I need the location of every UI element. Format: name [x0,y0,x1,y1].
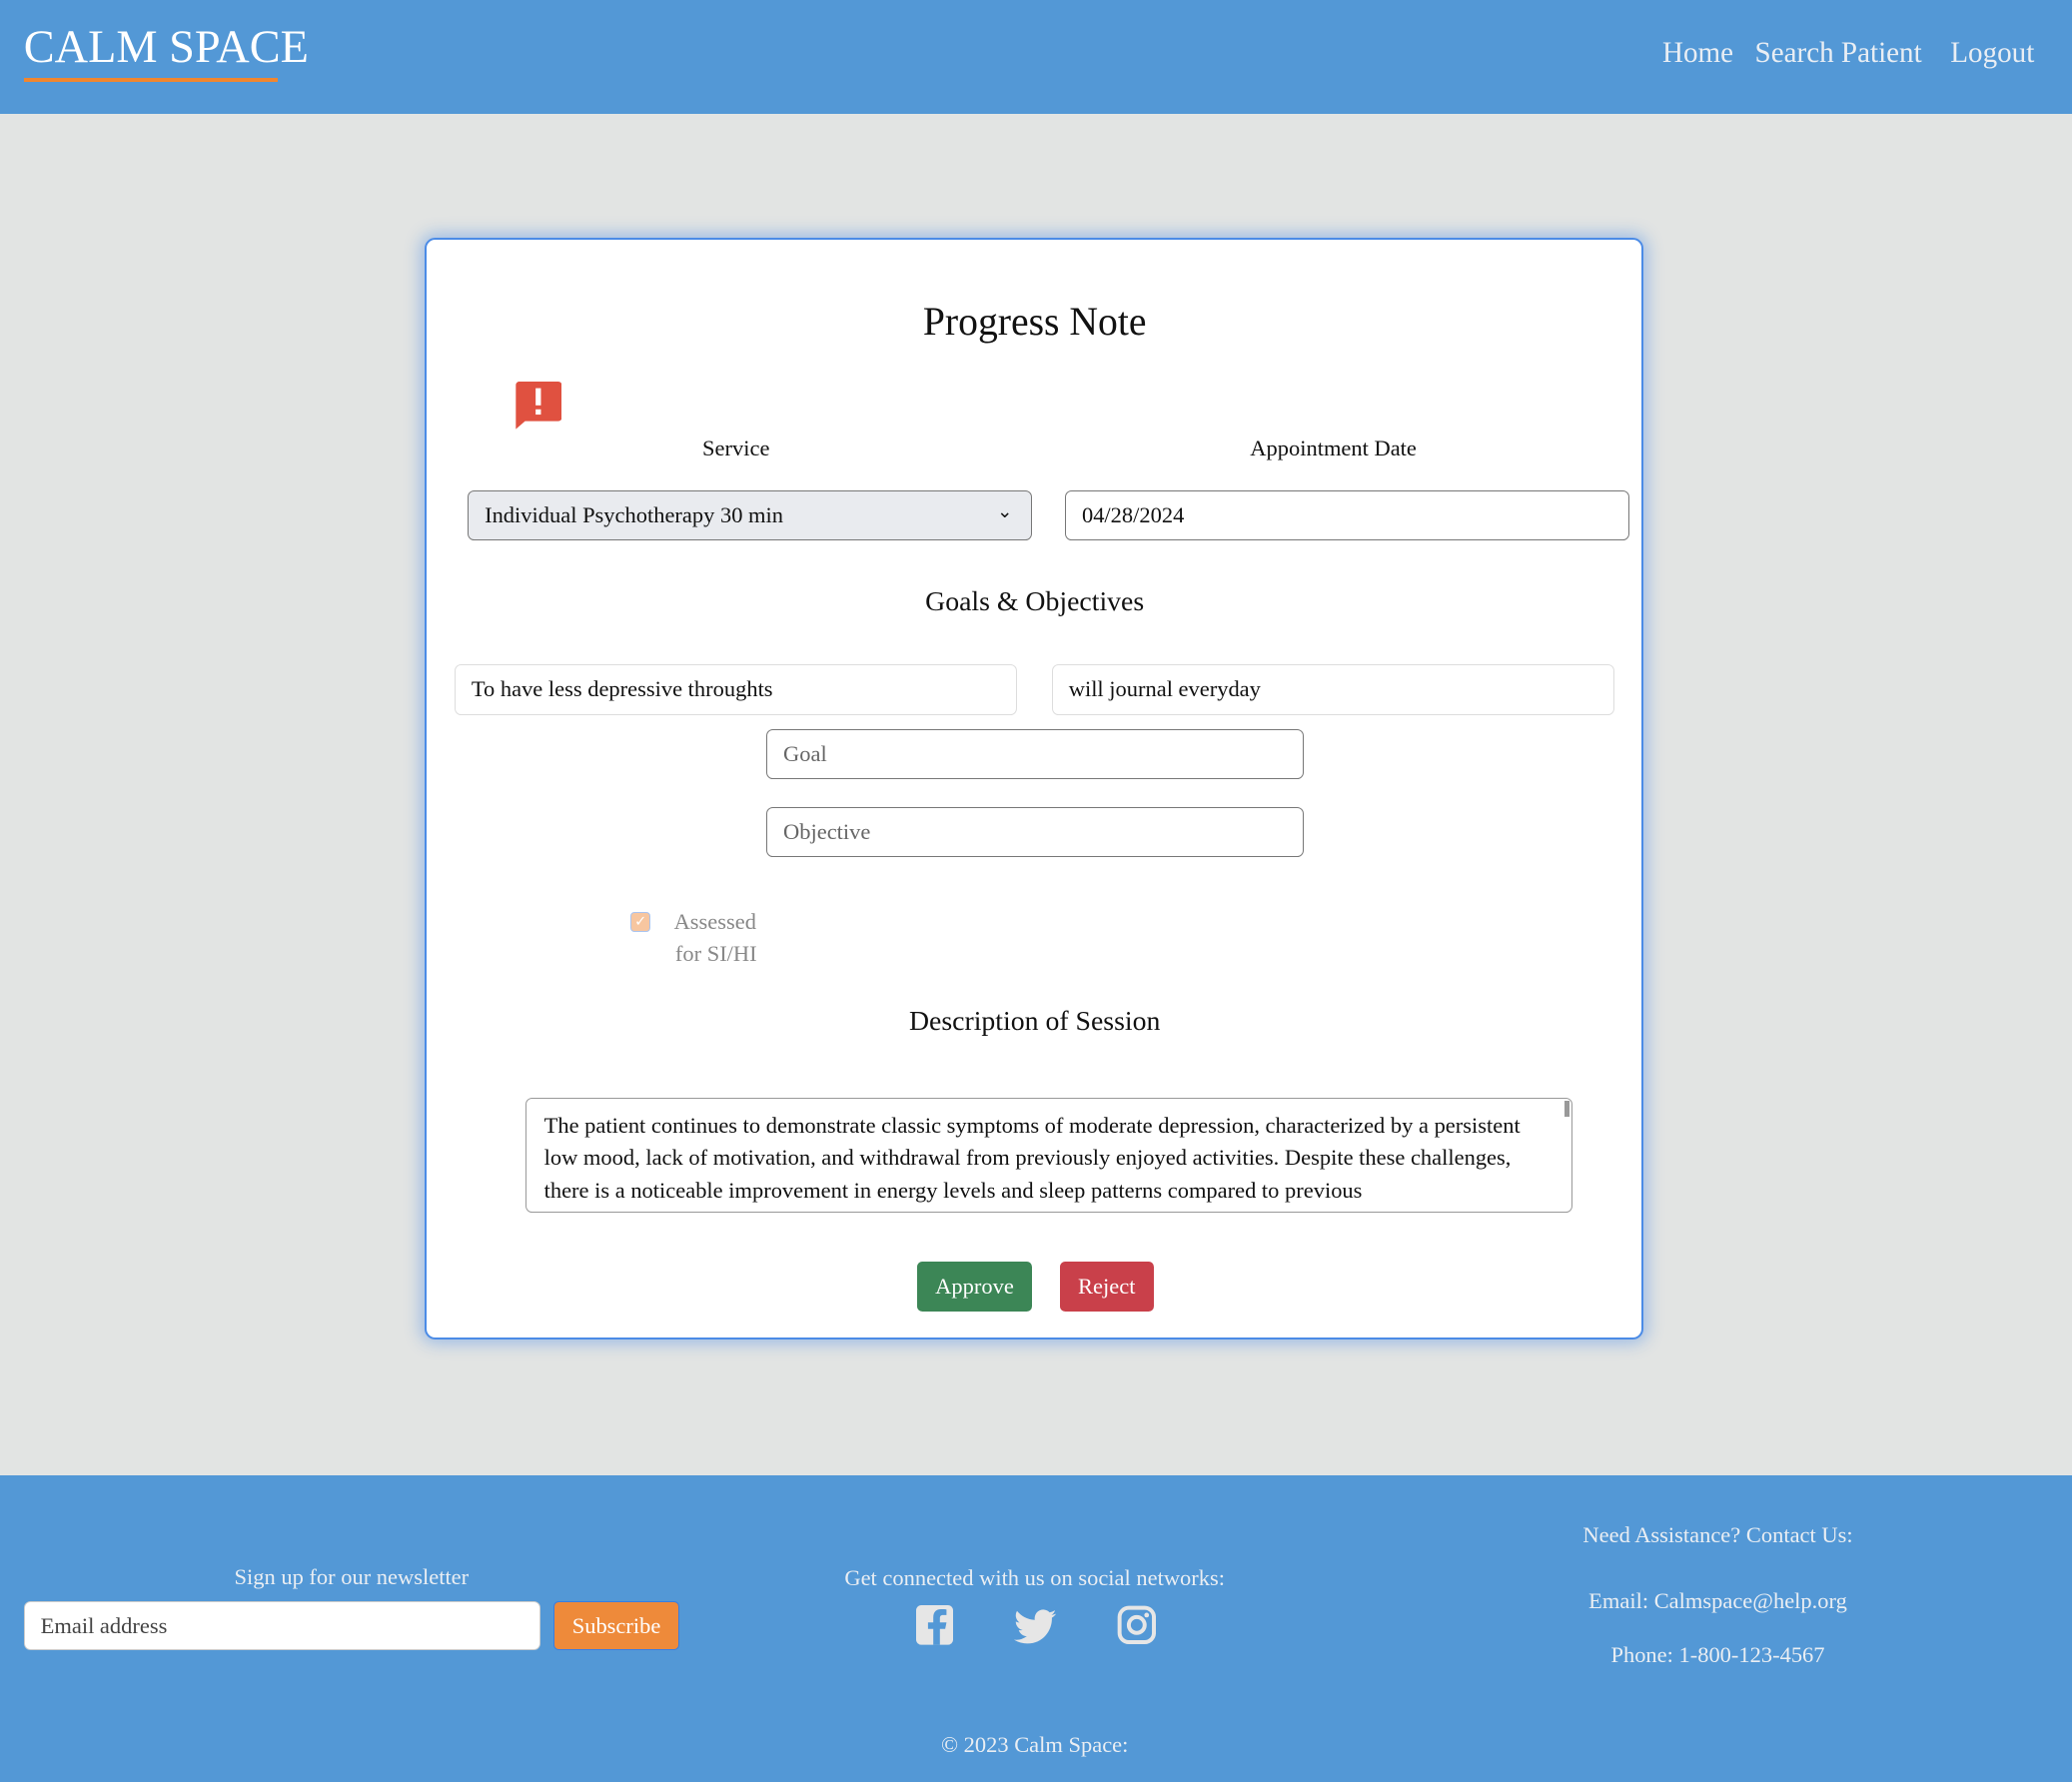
service-label: Service [702,436,770,461]
contact-title: Need Assistance? Contact Us: [1582,1521,1853,1547]
reject-button[interactable]: Reject [1059,1262,1154,1313]
newsletter-title: Sign up for our newsletter [234,1564,470,1590]
objective-input[interactable]: Objective [766,807,1305,858]
subscribe-button[interactable]: Subscribe [553,1601,679,1651]
page-title: Progress Note [922,299,1147,344]
approve-button[interactable]: Approve [916,1262,1033,1313]
newsletter-email-input[interactable]: Email address [23,1601,540,1651]
chevron-down-icon: ⌄ [996,502,1013,523]
appointment-date-label: Appointment Date [1250,436,1417,461]
footer: Sign up for our newsletter Email address… [0,1475,2072,1782]
service-value: Individual Psychotherapy 30 min [485,501,784,527]
appointment-date-input[interactable]: 04/28/2024 [1065,489,1629,540]
goals-heading: Goals & Objectives [925,586,1145,618]
assessed-label-line2: for SI/HI [674,940,757,966]
existing-objective-field[interactable]: will journal everyday [1051,664,1615,715]
facebook-icon[interactable] [915,1605,953,1651]
assessed-label-line1: Assessed [673,909,756,935]
nav-search-patient[interactable]: Search Patient [1755,37,1922,70]
description-heading: Description of Session [908,1005,1161,1037]
textarea-scrollbar[interactable] [1564,1100,1570,1117]
nav-home[interactable]: Home [1662,37,1733,70]
social-title: Get connected with us on social networks… [844,1565,1225,1591]
session-description-textarea[interactable]: The patient continues to demonstrate cla… [525,1098,1572,1214]
copyright: © 2023 Calm Space: [940,1732,1129,1758]
top-navbar: CALM SPACE Home Search Patient Logout [0,0,2072,114]
contact-phone: Phone: 1-800-123-4567 [1610,1642,1825,1668]
existing-goal-field[interactable]: To have less depressive throughts [455,664,1018,715]
nav-logout[interactable]: Logout [1950,37,2034,70]
assessed-si-hi-checkbox[interactable]: ✓ [629,911,651,933]
instagram-icon[interactable] [1117,1605,1157,1651]
twitter-icon[interactable] [1013,1609,1056,1651]
contact-email[interactable]: Email: Calmspace@help.org [1588,1588,1847,1614]
logo-underline [23,78,278,82]
service-select[interactable]: Individual Psychotherapy 30 min ⌄ [468,489,1033,540]
goal-input[interactable]: Goal [766,729,1305,780]
logo[interactable]: CALM SPACE [24,21,309,74]
alert-message-icon[interactable] [515,382,562,436]
